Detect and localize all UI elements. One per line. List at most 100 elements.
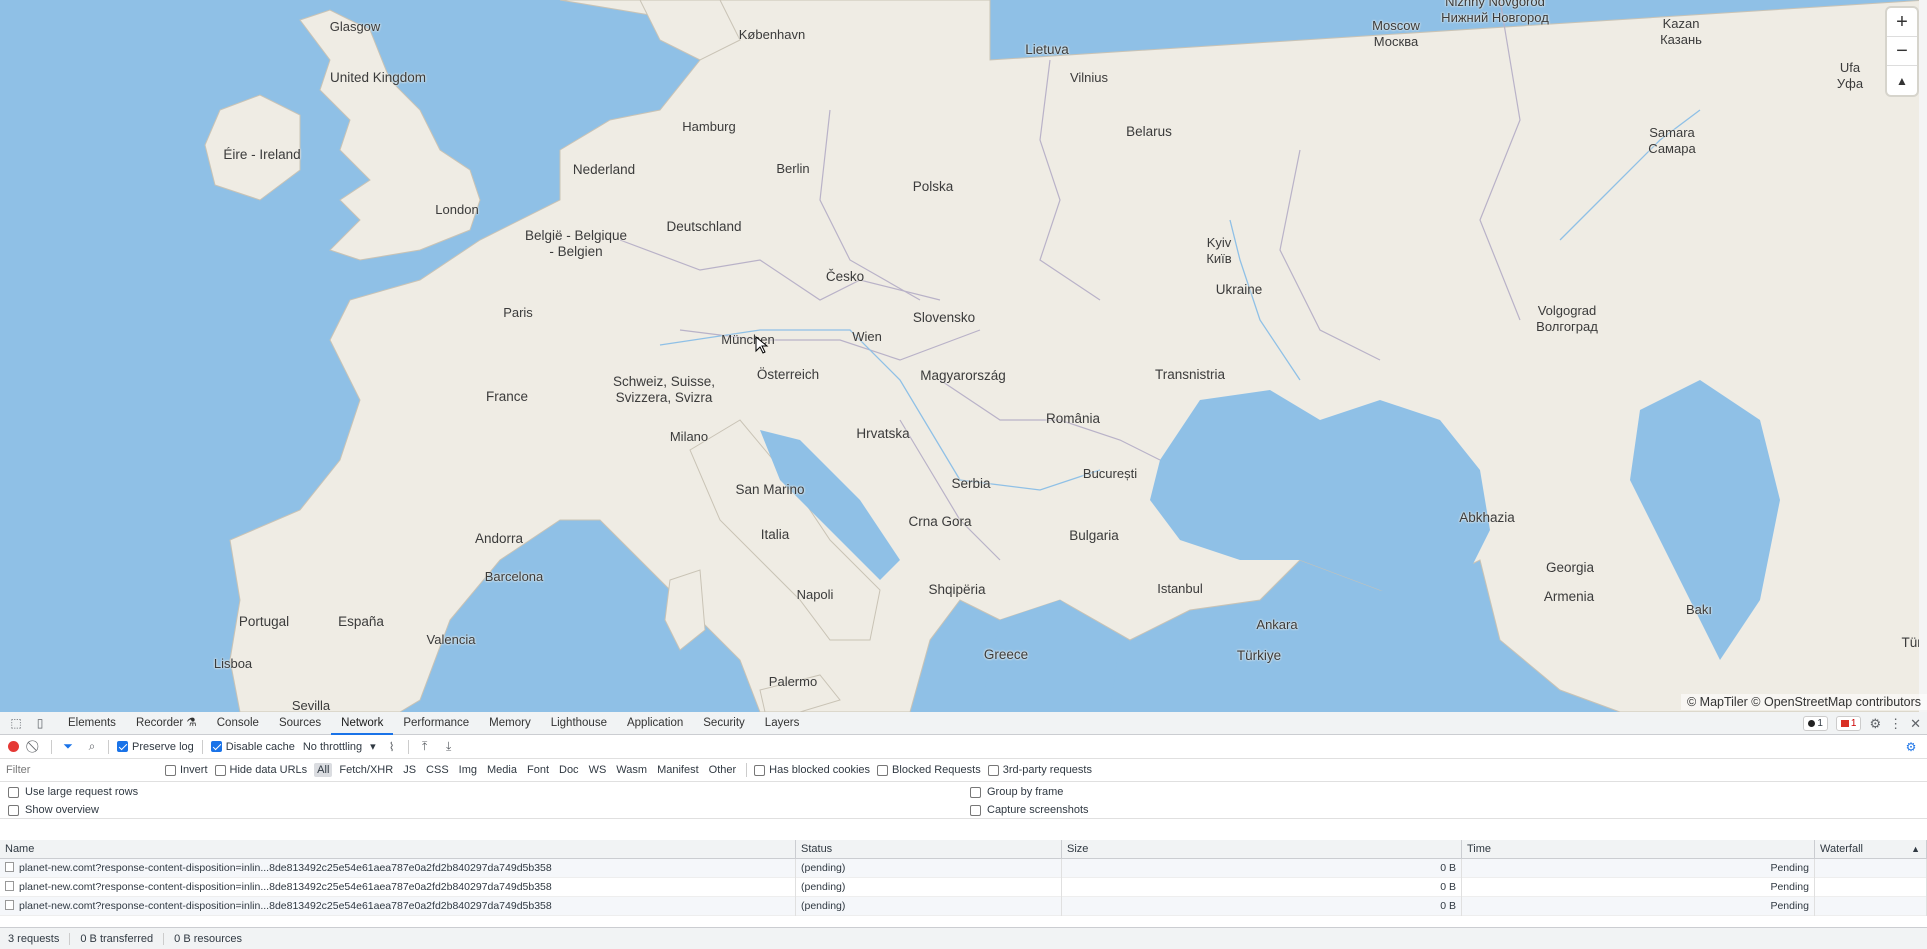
device-toolbar-icon[interactable]: ▯ — [32, 715, 48, 731]
request-name-cell[interactable]: planet-new.comt?response-content-disposi… — [0, 859, 796, 878]
large-rows-checkbox[interactable]: Use large request rows — [8, 786, 138, 798]
map-label-country: Andorra — [474, 531, 524, 546]
table-header-row: Name Status Size Time Waterfall ▲ — [0, 840, 1927, 859]
tab-recorder[interactable]: Recorder ⚗ — [126, 712, 207, 735]
map-label-city: Kazan Казань — [1660, 16, 1702, 47]
tab-security[interactable]: Security — [693, 712, 755, 735]
mouse-cursor-icon — [755, 336, 769, 354]
map-label-country: Serbia — [951, 476, 991, 491]
tab-network[interactable]: Network — [331, 712, 394, 735]
toolbar-divider — [407, 739, 409, 754]
requests-table: Name Status Size Time Waterfall ▲ planet-… — [0, 840, 1927, 927]
map-label-city: București — [1082, 466, 1138, 481]
checkbox-icon — [987, 764, 999, 776]
filter-type-css[interactable]: CSS — [423, 763, 452, 777]
filter-type-ws[interactable]: WS — [586, 763, 610, 777]
column-header-waterfall[interactable]: Waterfall ▲ — [1815, 840, 1927, 859]
disable-cache-checkbox[interactable]: Disable cache — [210, 741, 295, 753]
third-party-requests-checkbox[interactable]: 3rd-party requests — [987, 764, 1092, 776]
map-label-city: København — [738, 27, 806, 42]
tab-elements[interactable]: Elements — [58, 712, 126, 735]
map-label-city: Barcelona — [484, 569, 544, 584]
warnings-badge[interactable]: 1 — [1803, 716, 1828, 731]
status-divider — [69, 932, 71, 945]
search-icon[interactable]: ⌕ — [84, 739, 100, 754]
map-label-country: Deutschland — [666, 219, 742, 234]
column-header-status[interactable]: Status — [796, 840, 1062, 859]
devtools-panel: ⬚ ▯ Elements Recorder ⚗ Console Sources Netw… — [0, 712, 1927, 949]
tab-performance[interactable]: Performance — [393, 712, 479, 735]
map-label-city: Bakı — [1685, 602, 1713, 617]
request-name-cell[interactable]: planet-new.comt?response-content-disposi… — [0, 878, 796, 897]
request-status-cell: (pending) — [796, 878, 1062, 897]
filter-type-all[interactable]: All — [314, 763, 333, 777]
zoom-in-button[interactable]: + — [1887, 8, 1917, 37]
invert-checkbox[interactable]: Invert — [165, 764, 208, 776]
map-label-city: Napoli — [796, 587, 834, 602]
map-label-country: Ukraine — [1215, 282, 1263, 297]
tab-memory[interactable]: Memory — [479, 712, 541, 735]
request-size-cell: 0 B — [1062, 859, 1462, 878]
table-row[interactable]: planet-new.comt?response-content-disposi… — [0, 878, 1927, 897]
map-label-city: Istanbul — [1157, 581, 1203, 596]
capture-screenshots-checkbox[interactable]: Capture screenshots — [970, 804, 1089, 816]
filter-type-media[interactable]: Media — [484, 763, 520, 777]
filter-funnel-icon[interactable]: ⏷ — [60, 739, 76, 754]
clear-icon[interactable]: ⃠ — [27, 739, 43, 754]
map-label-city: Sevilla — [291, 698, 331, 712]
errors-badge[interactable]: 1 — [1835, 716, 1862, 731]
map-attribution[interactable]: © MapTiler © OpenStreetMap contributors — [1680, 694, 1927, 710]
blocked-requests-checkbox[interactable]: Blocked Requests — [877, 764, 981, 776]
has-blocked-cookies-checkbox[interactable]: Has blocked cookies — [754, 764, 870, 776]
table-row[interactable]: planet-new.comt?response-content-disposi… — [0, 897, 1927, 916]
status-divider — [163, 932, 165, 945]
filter-type-wasm[interactable]: Wasm — [613, 763, 650, 777]
toolbar-divider — [51, 739, 52, 754]
tab-console[interactable]: Console — [207, 712, 269, 735]
import-har-icon[interactable]: ⤒ — [417, 739, 433, 754]
filter-type-fetch-xhr[interactable]: Fetch/XHR — [336, 763, 396, 777]
request-name-cell[interactable]: planet-new.comt?response-content-disposi… — [0, 897, 796, 916]
table-body: planet-new.comt?response-content-disposi… — [0, 859, 1927, 916]
record-button[interactable] — [8, 741, 19, 752]
group-by-frame-checkbox[interactable]: Group by frame — [970, 786, 1063, 798]
column-header-time[interactable]: Time — [1462, 840, 1815, 859]
tab-application[interactable]: Application — [617, 712, 693, 735]
map-label-city: Glasgow — [329, 19, 381, 34]
map-label-country: Bulgaria — [1069, 528, 1119, 543]
table-row[interactable]: planet-new.comt?response-content-disposi… — [0, 859, 1927, 878]
filter-type-font[interactable]: Font — [524, 763, 552, 777]
tab-layers[interactable]: Layers — [755, 712, 810, 735]
network-settings-gear-icon[interactable]: ⚙ — [1903, 740, 1919, 754]
request-time-cell: Pending — [1462, 897, 1815, 916]
more-menu-icon[interactable]: ⋮ — [1889, 716, 1902, 732]
throttling-select[interactable]: No throttling ▾ — [303, 740, 376, 754]
settings-gear-icon[interactable]: ⚙ — [1869, 716, 1881, 732]
preserve-log-checkbox[interactable]: Preserve log — [117, 741, 194, 753]
map-label-city: Kyiv Київ — [1206, 235, 1232, 266]
export-har-icon[interactable]: ⤓ — [441, 739, 457, 754]
filter-type-js[interactable]: JS — [400, 763, 419, 777]
inspect-element-icon[interactable]: ⬚ — [8, 715, 24, 731]
tab-lighthouse[interactable]: Lighthouse — [541, 712, 617, 735]
close-devtools-icon[interactable]: ✕ — [1910, 716, 1921, 732]
map-view[interactable]: Glasgow United Kingdom Éire - Ireland Londo… — [0, 0, 1927, 712]
zoom-out-button[interactable]: − — [1887, 37, 1917, 66]
map-label-country: Polska — [912, 179, 954, 194]
filter-bar: Filter Invert Hide data URLs All Fetch/XH… — [0, 759, 1927, 782]
filter-type-img[interactable]: Img — [456, 763, 480, 777]
filter-type-doc[interactable]: Doc — [556, 763, 582, 777]
show-overview-checkbox[interactable]: Show overview — [8, 804, 99, 816]
tab-sources[interactable]: Sources — [269, 712, 331, 735]
map-label-country: Nederland — [572, 162, 636, 177]
filter-type-manifest[interactable]: Manifest — [654, 763, 702, 777]
filter-type-other[interactable]: Other — [706, 763, 740, 777]
map-label-city: Nizhny Novgorod Нижний Новгород — [1441, 0, 1549, 25]
compass-button[interactable]: ▲ — [1887, 66, 1917, 95]
request-waterfall-cell — [1815, 859, 1927, 878]
column-header-size[interactable]: Size — [1062, 840, 1462, 859]
hide-data-urls-checkbox[interactable]: Hide data URLs — [214, 764, 307, 776]
network-conditions-icon[interactable]: ⌇ — [384, 740, 400, 754]
column-header-name[interactable]: Name — [0, 840, 796, 859]
filter-input[interactable]: Filter — [6, 761, 158, 779]
